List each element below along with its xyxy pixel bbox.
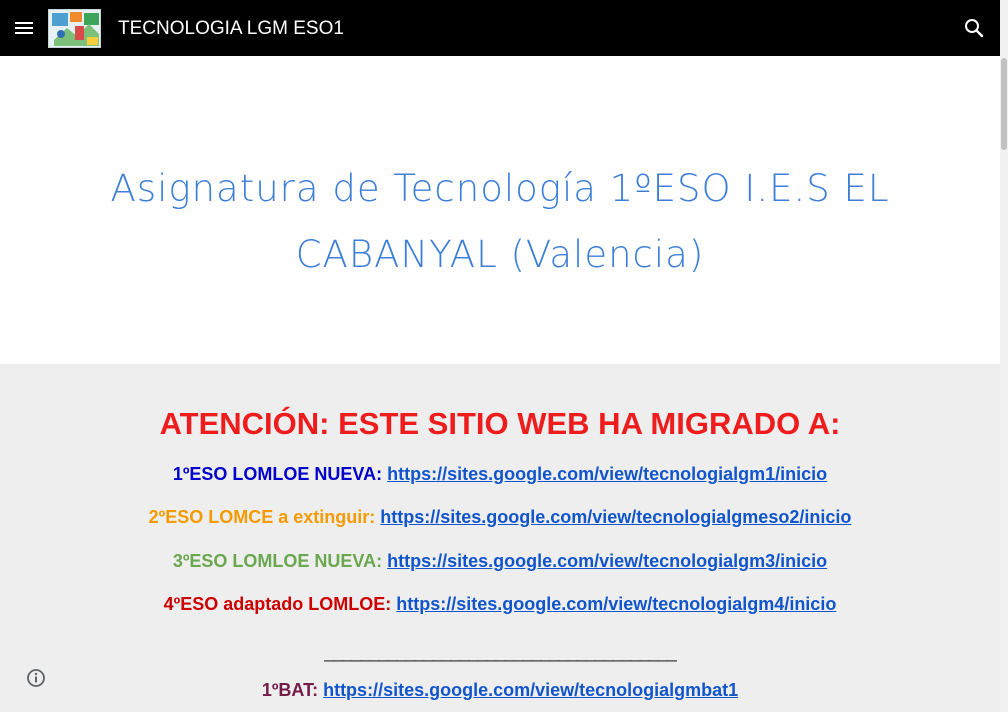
link-2eso[interactable]: https://sites.google.com/view/tecnologia… bbox=[380, 507, 851, 527]
scrollbar-thumb[interactable] bbox=[1001, 58, 1007, 150]
link-line-1eso: 1ºESO LOMLOE NUEVA: https://sites.google… bbox=[0, 464, 1000, 485]
link-line-4eso: 4ºESO adaptado LOMLOE: https://sites.goo… bbox=[0, 594, 1000, 615]
site-logo[interactable] bbox=[48, 9, 101, 48]
migration-announcement: ATENCIÓN: ESTE SITIO WEB HA MIGRADO A: bbox=[159, 406, 841, 441]
link-line-1bat: 1ºBAT: https://sites.google.com/view/tec… bbox=[0, 680, 1000, 701]
content-section: ATENCIÓN: ESTE SITIO WEB HA MIGRADO A: 1… bbox=[0, 364, 1000, 712]
separator-line: _______________________________________ bbox=[324, 642, 676, 662]
page-title: Asignatura de Tecnología 1ºESO I.E.S EL … bbox=[110, 167, 890, 276]
link-line-3eso: 3ºESO LOMLOE NUEVA: https://sites.google… bbox=[0, 551, 1000, 572]
search-icon[interactable] bbox=[962, 16, 986, 40]
link-1eso[interactable]: https://sites.google.com/view/tecnologia… bbox=[387, 464, 827, 484]
link-label-4eso: 4ºESO adaptado LOMLOE: bbox=[163, 594, 397, 614]
top-app-bar: TECNOLOGIA LGM ESO1 bbox=[0, 0, 1000, 56]
link-label-1eso: 1ºESO LOMLOE NUEVA: bbox=[172, 464, 388, 484]
link-4eso[interactable]: https://sites.google.com/view/tecnologia… bbox=[396, 594, 836, 614]
link-1bat[interactable]: https://sites.google.com/view/tecnologia… bbox=[323, 680, 738, 700]
hero-section: Asignatura de Tecnología 1ºESO I.E.S EL … bbox=[0, 56, 1000, 364]
menu-icon[interactable] bbox=[12, 16, 36, 40]
link-label-2eso: 2ºESO LOMCE a extinguir: bbox=[148, 507, 381, 527]
link-label-1bat: 1ºBAT: bbox=[261, 680, 324, 700]
link-line-2eso: 2ºESO LOMCE a extinguir: https://sites.g… bbox=[0, 507, 1000, 528]
link-label-3eso: 3ºESO LOMLOE NUEVA: bbox=[172, 551, 388, 571]
site-title[interactable]: TECNOLOGIA LGM ESO1 bbox=[118, 17, 344, 41]
info-icon[interactable] bbox=[24, 666, 48, 690]
link-3eso[interactable]: https://sites.google.com/view/tecnologia… bbox=[387, 551, 827, 571]
page-scrollbar[interactable] bbox=[1000, 0, 1008, 712]
